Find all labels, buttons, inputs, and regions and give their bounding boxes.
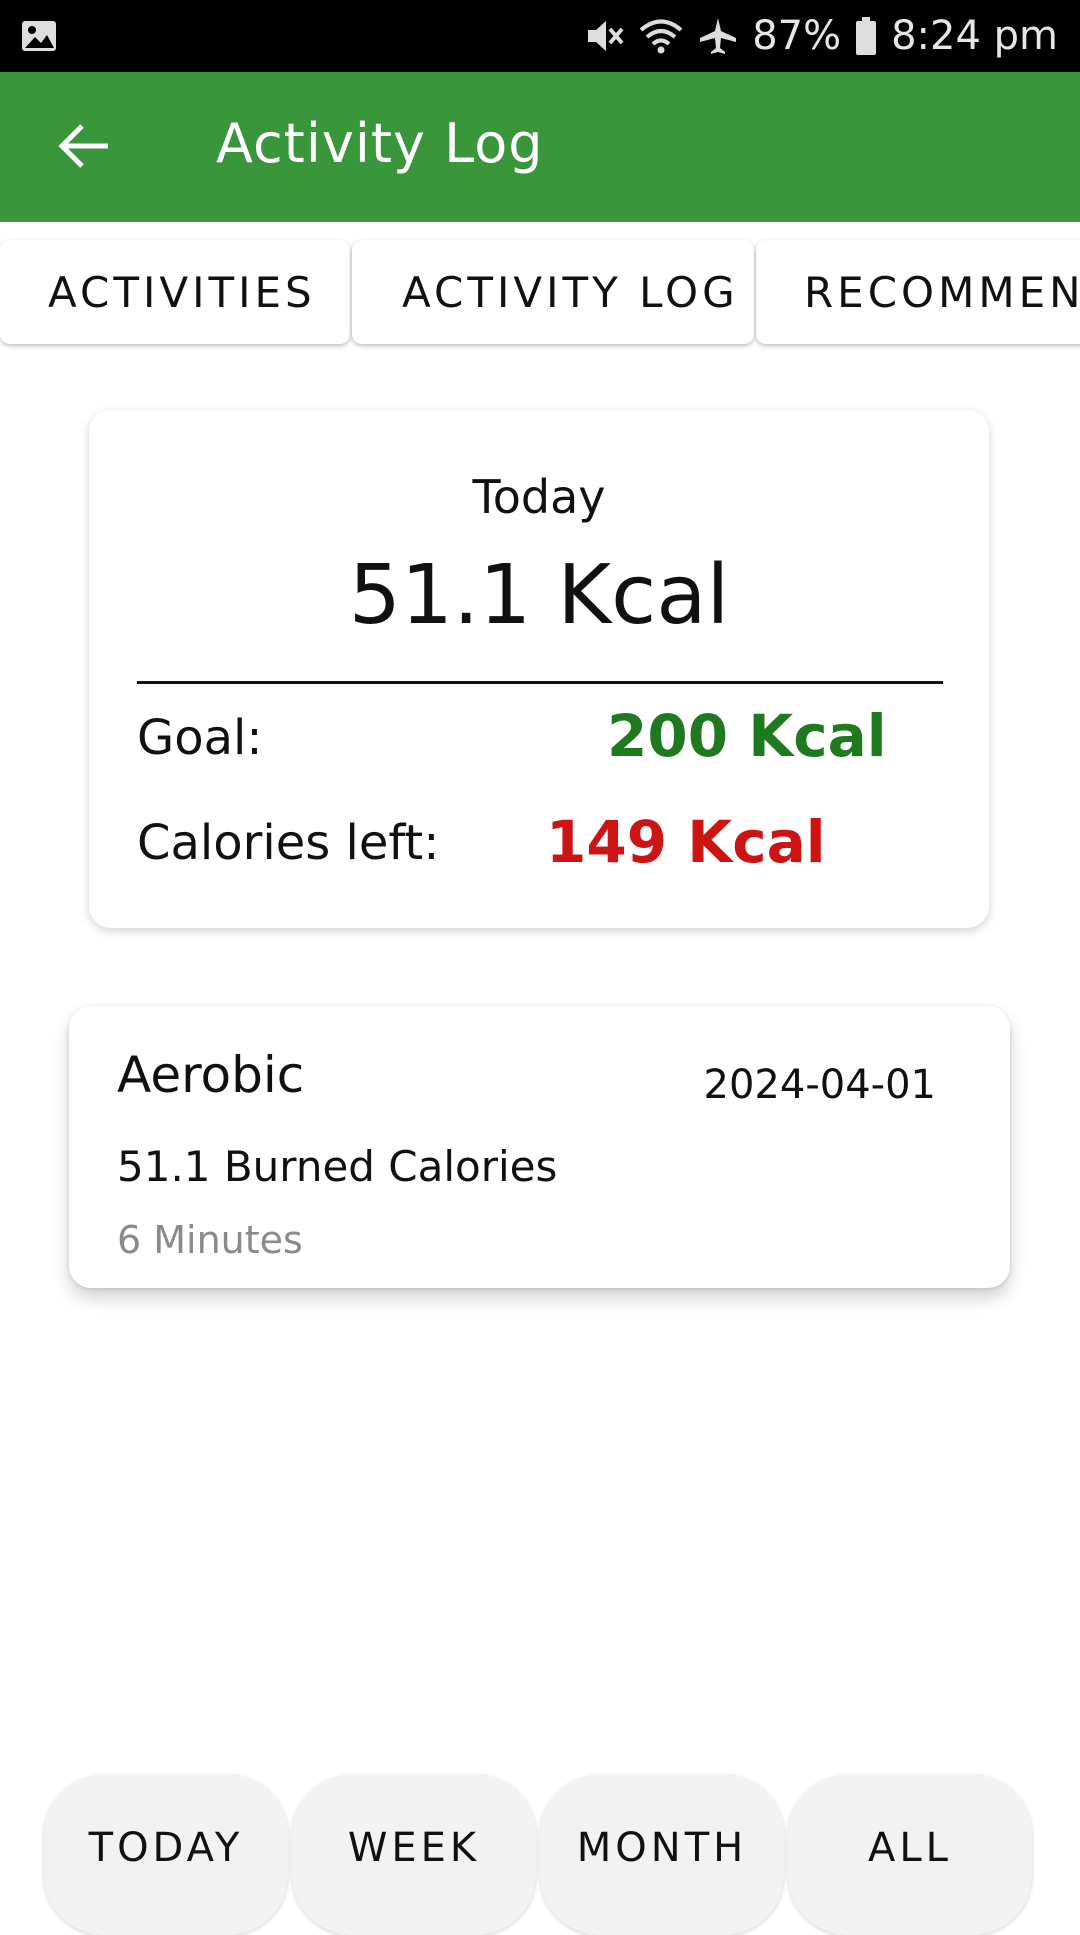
back-arrow-icon[interactable] (56, 118, 112, 174)
wifi-icon (639, 19, 683, 54)
status-icons: 87% 8:24 pm (582, 10, 1058, 62)
activity-entry-card[interactable]: Aerobic 2024-04-01 51.1 Burned Calories … (69, 1006, 1010, 1288)
filter-week-button[interactable]: WEEK (292, 1775, 536, 1935)
battery-icon (856, 17, 877, 55)
tab-activity-log[interactable]: ACTIVITY LOG (352, 240, 754, 344)
gallery-icon (22, 21, 56, 51)
activity-date: 2024-04-01 (703, 1062, 936, 1108)
tab-activities[interactable]: ACTIVITIES (0, 240, 350, 344)
goal-label: Goal: (137, 710, 263, 766)
calories-left-label: Calories left: (137, 815, 440, 871)
goal-value: 200 Kcal (607, 702, 887, 770)
period-filter-bar: TODAY WEEK MONTH ALL (44, 1775, 1036, 1935)
airplane-icon (700, 18, 737, 54)
tab-recommend[interactable]: RECOMMEND (756, 240, 1080, 344)
total-calories: 51.1 Kcal (348, 548, 730, 643)
summary-card: Today 51.1 Kcal Goal: 200 Kcal Calories … (89, 410, 989, 928)
activity-name: Aerobic (117, 1046, 305, 1104)
battery-percent: 87% (752, 13, 842, 59)
page-title: Activity Log (216, 112, 544, 175)
filter-all-button[interactable]: ALL (788, 1775, 1032, 1935)
burned-calories: 51.1 Burned Calories (117, 1142, 558, 1191)
vibrate-mute-icon (588, 21, 624, 51)
period-label: Today (472, 470, 606, 524)
clock: 8:24 pm (891, 13, 1058, 59)
tab-bar: ACTIVITIES ACTIVITY LOG RECOMMEND (0, 238, 1080, 350)
filter-today-button[interactable]: TODAY (44, 1775, 288, 1935)
filter-month-button[interactable]: MONTH (540, 1775, 784, 1935)
divider (137, 681, 943, 684)
calories-left-value: 149 Kcal (546, 808, 826, 876)
status-bar: 87% 8:24 pm (0, 0, 1080, 72)
app-bar: Activity Log (0, 72, 1080, 222)
activity-duration: 6 Minutes (117, 1218, 303, 1262)
